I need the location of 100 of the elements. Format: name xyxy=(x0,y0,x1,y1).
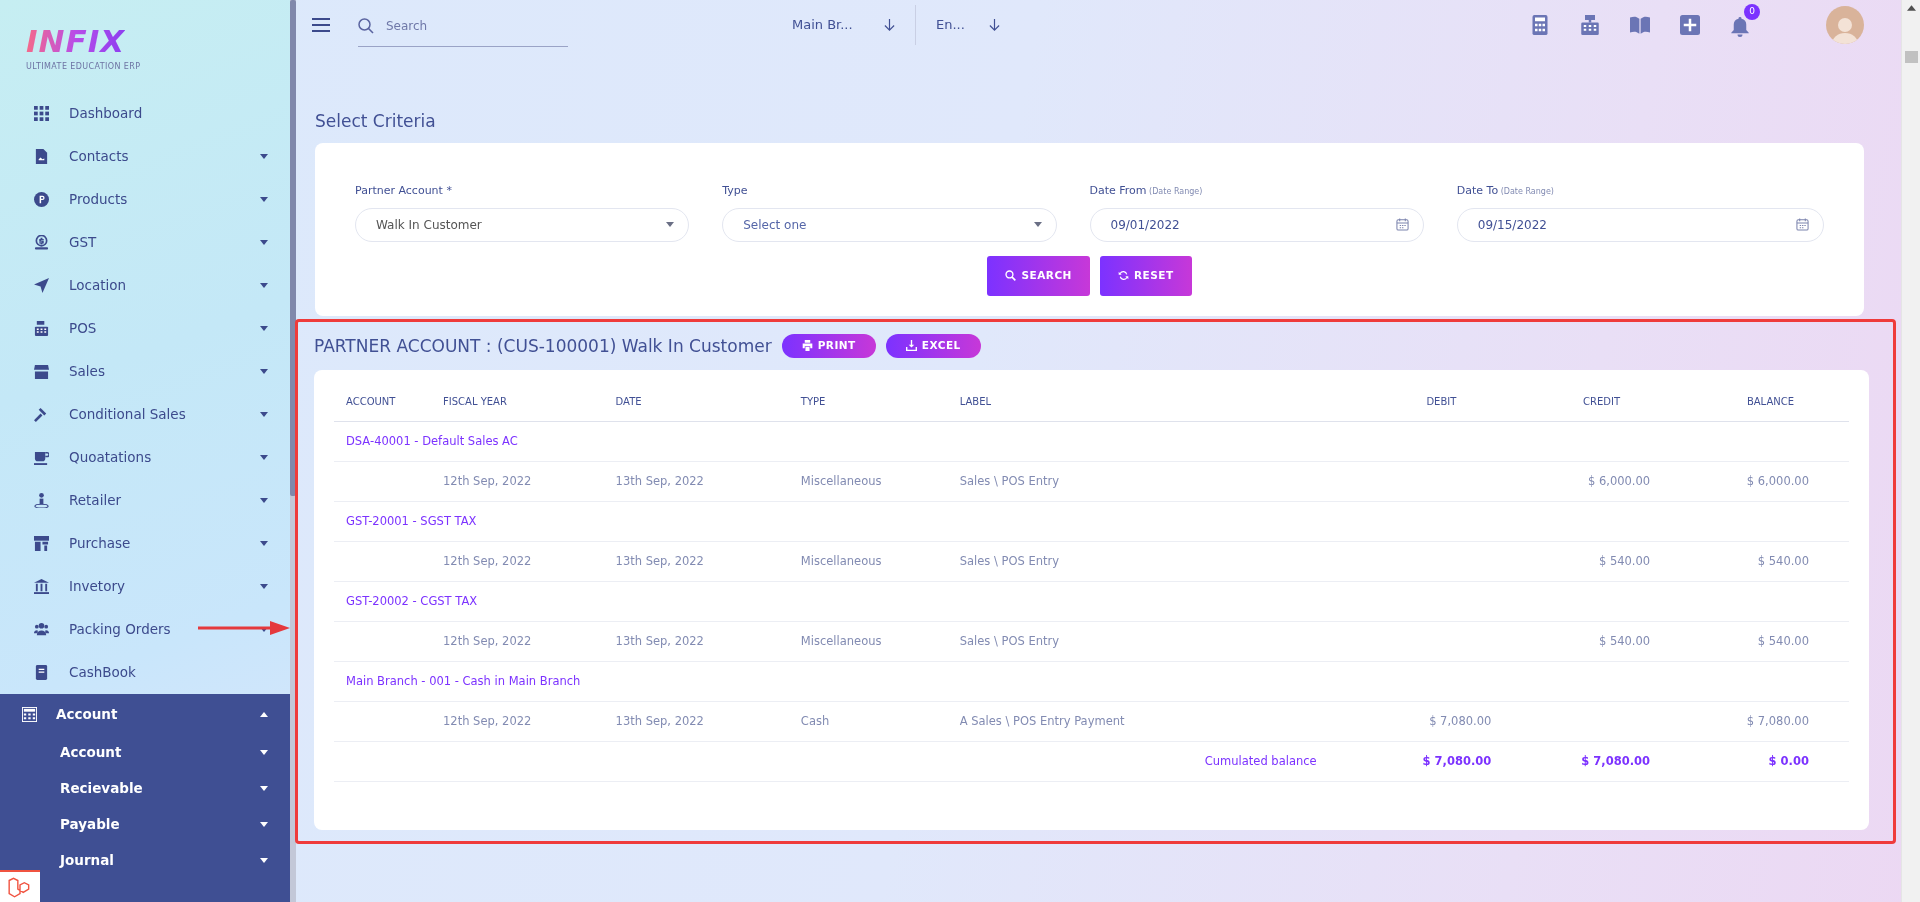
search-icon xyxy=(358,17,374,34)
sidebar-subitem[interactable]: Recievable xyxy=(0,770,290,806)
table-cell: Cash xyxy=(800,701,960,742)
sidebar-item[interactable]: Dashboard xyxy=(0,92,290,135)
sidebar-subitem[interactable]: Account xyxy=(0,734,290,770)
book-icon xyxy=(34,665,49,680)
refresh-icon xyxy=(1117,270,1129,282)
sidebar-item[interactable]: Quoatations xyxy=(0,436,290,479)
search-button[interactable]: SEARCH xyxy=(987,255,1090,296)
bell-icon[interactable] xyxy=(1730,16,1750,37)
caret-icon xyxy=(260,283,268,288)
table-cell: Miscellaneous xyxy=(800,541,960,582)
coffee-cup-icon xyxy=(34,450,49,465)
calculator-icon[interactable] xyxy=(1530,15,1550,35)
account-link[interactable]: GST-20002 - CGST TAX xyxy=(334,581,1849,622)
column-header: BALANCE xyxy=(1690,393,1849,422)
cash-register-icon[interactable] xyxy=(1580,15,1600,35)
total-label: Cumulated balance xyxy=(959,741,1357,782)
table-cell: A Sales \ POS Entry Payment xyxy=(959,701,1357,742)
sidebar-item[interactable]: Contacts xyxy=(0,135,290,178)
date-field[interactable]: 09/15/2022 xyxy=(1456,207,1824,242)
print-button[interactable]: PRINT xyxy=(781,333,876,358)
caret-icon xyxy=(260,541,268,546)
table-cell: Miscellaneous xyxy=(800,461,960,502)
column-header: DATE xyxy=(615,393,801,422)
caret-icon xyxy=(260,627,268,632)
page-scrollbar[interactable] xyxy=(1901,0,1920,902)
sidebar-item[interactable]: CashBook xyxy=(0,651,290,694)
table-cell: Sales \ POS Entry xyxy=(959,461,1357,502)
account-link[interactable]: Main Branch - 001 - Cash in Main Branch xyxy=(334,661,1849,702)
sidebar-item[interactable]: Conditional Sales xyxy=(0,393,290,436)
store-icon xyxy=(34,364,49,379)
table-cell: $ 540.00 xyxy=(1531,621,1691,662)
table-cell: $ 540.00 xyxy=(1690,621,1849,662)
caret-icon xyxy=(260,455,268,460)
column-header: TYPE xyxy=(800,393,960,422)
document-icon xyxy=(34,149,49,164)
sidebar-item[interactable]: Location xyxy=(0,264,290,307)
caret-icon xyxy=(260,584,268,589)
section-title: Select Criteria xyxy=(315,111,437,132)
table-cell: 13th Sep, 2022 xyxy=(615,701,801,742)
sidebar-item[interactable]: Account xyxy=(0,694,290,734)
table-cell: Sales \ POS Entry xyxy=(959,621,1357,662)
caret-icon xyxy=(666,222,675,228)
scrollbar-thumb[interactable] xyxy=(290,0,296,496)
sidebar-item[interactable]: Purchase xyxy=(0,522,290,565)
search-field[interactable]: Search xyxy=(384,15,554,36)
sidebar-item[interactable]: Sales xyxy=(0,350,290,393)
cash-register-icon xyxy=(34,321,49,336)
sidebar-item[interactable]: Packing Orders xyxy=(0,608,290,651)
scrollbar-thumb[interactable] xyxy=(1905,51,1918,63)
menu-icon[interactable] xyxy=(312,18,330,32)
sidebar-item[interactable]: Products xyxy=(0,178,290,221)
column-header: CREDIT xyxy=(1531,393,1691,422)
language-select[interactable]: En... xyxy=(936,15,1000,35)
caret-icon xyxy=(260,154,268,159)
sidebar-item[interactable]: Retailer xyxy=(0,479,290,522)
table-cell: 13th Sep, 2022 xyxy=(615,461,801,502)
caret-icon xyxy=(260,711,268,717)
caret-icon xyxy=(260,197,268,202)
debug-badge[interactable] xyxy=(0,870,40,902)
table-cell: $ 540.00 xyxy=(1690,541,1849,582)
account-link[interactable]: GST-20001 - SGST TAX xyxy=(334,501,1849,542)
scroll-up-icon[interactable] xyxy=(1907,5,1916,11)
caret-icon xyxy=(260,498,268,503)
table-cell: $ 540.00 xyxy=(1531,541,1691,582)
column-header: ACCOUNT xyxy=(334,393,444,422)
table-cell: 12th Sep, 2022 xyxy=(443,701,616,742)
caret-icon xyxy=(260,821,268,827)
table-cell: 13th Sep, 2022 xyxy=(615,541,801,582)
plus-square-icon[interactable] xyxy=(1680,15,1700,35)
table-cell: 12th Sep, 2022 xyxy=(443,621,616,662)
account-link[interactable]: DSA-40001 - Default Sales AC xyxy=(334,421,1849,462)
column-header: LABEL xyxy=(959,393,1357,422)
p-circle-icon xyxy=(34,192,49,207)
money-bag-icon xyxy=(34,235,49,250)
table-cell: $ 6,000.00 xyxy=(1531,461,1691,502)
caret-icon xyxy=(260,240,268,245)
table-cell: 12th Sep, 2022 xyxy=(443,461,616,502)
grid-icon xyxy=(34,106,49,121)
arrow-down-icon xyxy=(989,18,1000,32)
branch-select[interactable]: Main Br... xyxy=(792,15,895,35)
field-label: Partner Account * xyxy=(355,183,453,200)
reset-button[interactable]: RESET xyxy=(1099,255,1192,296)
sidebar-subitem[interactable]: Payable xyxy=(0,806,290,842)
sidebar-item[interactable]: Invetory xyxy=(0,565,290,608)
table-cell: $ 6,000.00 xyxy=(1690,461,1849,502)
calendar-icon[interactable] xyxy=(1796,218,1809,232)
sidebar-item[interactable]: GST xyxy=(0,221,290,264)
sidebar-item[interactable]: POS xyxy=(0,307,290,350)
total-cell: $ 0.00 xyxy=(1690,741,1849,782)
person-icon xyxy=(34,493,49,508)
excel-button[interactable]: EXCEL xyxy=(885,333,981,358)
caret-icon xyxy=(260,326,268,331)
column-header: DEBIT xyxy=(1356,393,1532,422)
open-book-icon[interactable] xyxy=(1630,15,1650,35)
calculator-icon xyxy=(22,706,37,722)
calendar-icon[interactable] xyxy=(1395,218,1409,232)
sidebar-subitem[interactable]: Journal xyxy=(0,842,290,878)
printer-icon xyxy=(801,340,813,352)
